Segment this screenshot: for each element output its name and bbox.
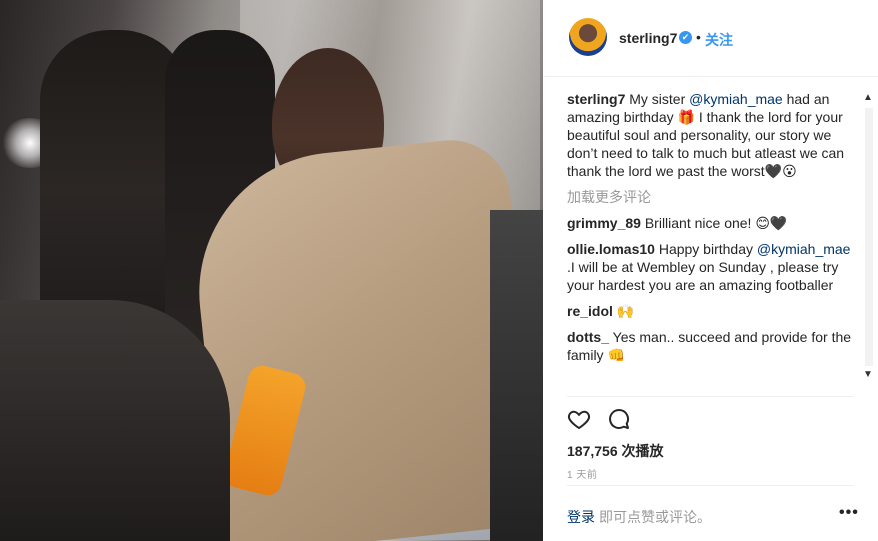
follow-button[interactable]: 关注	[705, 30, 733, 50]
comment-text: Brilliant nice one! 😊🖤	[644, 215, 788, 231]
caption-username[interactable]: sterling7	[567, 91, 625, 107]
login-link[interactable]: 登录	[567, 507, 595, 527]
more-options-icon[interactable]: •••	[839, 504, 859, 522]
header-separator: •	[696, 29, 701, 45]
comment-username[interactable]: re_idol	[567, 303, 613, 319]
load-more-comments-button[interactable]: 加载更多评论	[567, 188, 857, 206]
avatar[interactable]	[569, 18, 607, 56]
heart-icon[interactable]	[567, 407, 591, 431]
comment-text-2: .I will be at Wembley on Sunday , please…	[567, 259, 839, 293]
comment-item: ollie.lomas10 Happy birthday @kymiah_mae…	[567, 240, 857, 294]
comments-scrollbar[interactable]	[865, 108, 873, 366]
comment-username[interactable]: ollie.lomas10	[567, 241, 655, 257]
comment-list: sterling7 My sister @kymiah_mae had an a…	[567, 90, 857, 372]
comment-text: 🙌	[616, 303, 635, 319]
comment-bubble-icon[interactable]	[607, 407, 631, 431]
video-figure-arm	[0, 300, 230, 541]
caption-text-1: My sister	[629, 91, 690, 107]
divider	[567, 485, 854, 486]
comment-item: grimmy_89 Brilliant nice one! 😊🖤	[567, 214, 857, 232]
post-timestamp: 1 天前	[567, 470, 598, 481]
video-player[interactable]	[0, 0, 543, 541]
post-header: sterling7 ✔ • 关注	[543, 0, 878, 77]
scroll-up-arrow-icon[interactable]: ▲	[863, 92, 873, 103]
header-username[interactable]: sterling7	[619, 30, 677, 46]
scroll-down-arrow-icon[interactable]: ▼	[863, 369, 873, 380]
comment-mention[interactable]: @kymiah_mae	[757, 241, 851, 257]
comment-item: re_idol 🙌	[567, 302, 857, 320]
post-panel: sterling7 ✔ • 关注 sterling7 My sister @ky…	[543, 0, 878, 541]
divider	[567, 396, 854, 397]
comment-username[interactable]: grimmy_89	[567, 215, 641, 231]
comment-text-1: Happy birthday	[658, 241, 757, 257]
comment-text: Yes man.. succeed and provide for the fa…	[567, 329, 852, 363]
view-count[interactable]: 187,756 次播放	[567, 441, 664, 461]
caption-mention[interactable]: @kymiah_mae	[689, 91, 783, 107]
login-hint-text: 即可点赞或评论。	[599, 509, 711, 525]
video-figure-right	[490, 210, 543, 541]
comment-username[interactable]: dotts_	[567, 329, 609, 345]
caption: sterling7 My sister @kymiah_mae had an a…	[567, 90, 857, 180]
comment-item: dotts_ Yes man.. succeed and provide for…	[567, 328, 857, 364]
verified-badge-icon: ✔	[679, 31, 692, 44]
